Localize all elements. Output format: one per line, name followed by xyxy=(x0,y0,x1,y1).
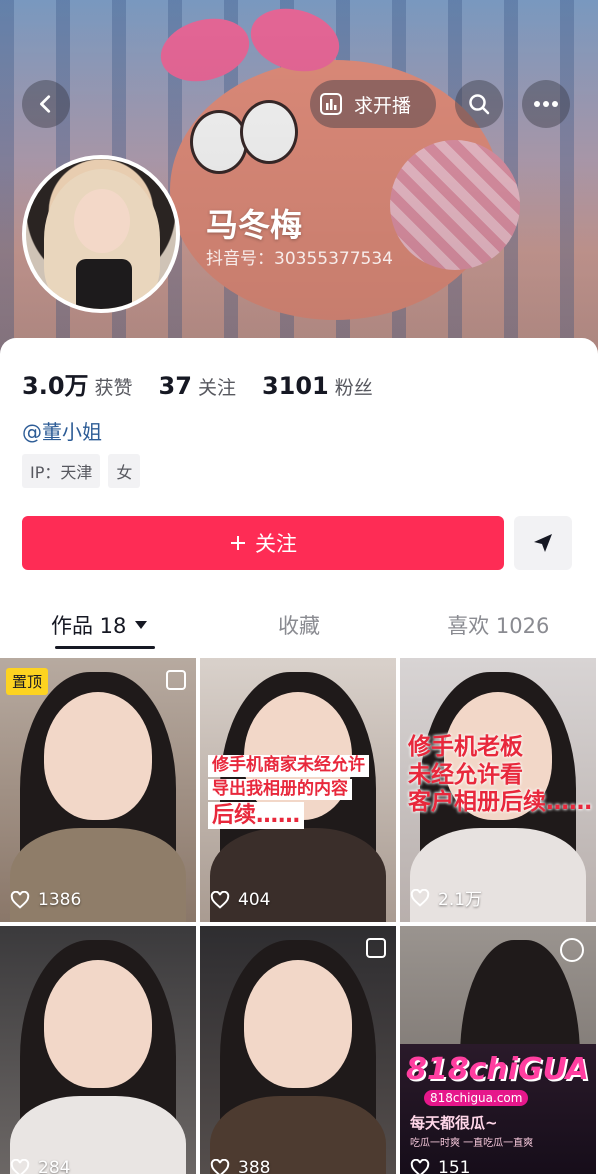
tab-works-label: 作品 18 xyxy=(50,614,127,638)
tags-row: IP：天津 女 xyxy=(22,454,141,488)
stat-following-label: 关注 xyxy=(197,377,236,399)
ad-logo: 818chiGUA xyxy=(406,1052,589,1087)
request-live-button[interactable]: 求开播 xyxy=(310,80,436,128)
more-icon xyxy=(534,101,558,107)
post-caption-line: 修手机老板 xyxy=(408,734,523,760)
search-button[interactable] xyxy=(455,80,503,128)
share-button[interactable] xyxy=(514,516,572,570)
ad-small-text: 吃瓜一时爽 一直吃瓜一直爽 xyxy=(410,1138,534,1149)
stat-likes[interactable]: 3.0万 获赞 xyxy=(22,366,133,401)
stats-row: 3.0万 获赞 37 关注 3101 粉丝 xyxy=(22,366,373,401)
heart-icon xyxy=(410,1159,430,1174)
tab-underline xyxy=(55,646,155,649)
follow-label: 关注 xyxy=(255,532,297,556)
tab-favorites-label: 收藏 xyxy=(277,614,320,638)
post-caption-line: 客户相册后续…… xyxy=(408,789,592,816)
plus-icon xyxy=(231,536,245,550)
send-icon xyxy=(534,534,552,552)
tag-ip: IP：天津 xyxy=(22,454,101,488)
ad-site: 818chigua.com xyxy=(424,1090,529,1106)
post-caption-line: 导出我相册的内容 xyxy=(208,778,352,801)
chart-icon xyxy=(318,91,344,117)
post-likes-count: 2.1万 xyxy=(438,890,483,910)
more-button[interactable] xyxy=(522,80,570,128)
tab-liked-label: 喜欢 1026 xyxy=(447,614,550,638)
post-item[interactable]: 818chiGUA 818chigua.com 每天都很瓜~ 吃瓜一时爽 一直吃… xyxy=(400,926,596,1174)
post-likes: 388 xyxy=(210,1158,270,1174)
back-button[interactable] xyxy=(22,80,70,128)
multi-image-icon xyxy=(366,938,386,958)
follow-button[interactable]: 关注 xyxy=(22,516,504,570)
nickname: 马冬梅 xyxy=(206,206,303,244)
heart-icon xyxy=(210,1159,230,1174)
post-likes: 1386 xyxy=(10,890,81,910)
post-item[interactable]: 修手机老板 未经允许看 客户相册后续…… 2.1万 xyxy=(400,658,596,922)
search-icon xyxy=(469,94,490,115)
tag-gender: 女 xyxy=(108,454,141,488)
stat-followers[interactable]: 3101 粉丝 xyxy=(262,372,373,400)
profile-card: 3.0万 获赞 37 关注 3101 粉丝 @董小姐 IP：天津 女 关注 作品… xyxy=(0,338,598,1174)
caret-down-icon xyxy=(135,621,148,629)
pinned-badge: 置顶 xyxy=(6,668,49,695)
posts-grid: 置顶 1386 修手机商家未经允许 导出我相册的内容 后续…… 404 修手机老… xyxy=(0,658,598,1174)
stat-following[interactable]: 37 关注 xyxy=(159,372,236,400)
post-item[interactable]: 388 xyxy=(200,926,396,1174)
tab-works[interactable]: 作品 18 xyxy=(0,600,199,650)
post-likes: 2.1万 xyxy=(410,885,482,910)
stat-following-num: 37 xyxy=(158,372,192,400)
post-likes: 284 xyxy=(10,1158,70,1174)
content-tabs: 作品 18 收藏 喜欢 1026 xyxy=(0,600,598,650)
heart-icon xyxy=(410,888,430,907)
post-likes-count: 151 xyxy=(438,1158,471,1174)
post-likes-count: 388 xyxy=(238,1158,271,1174)
live-photo-icon xyxy=(560,938,584,962)
post-caption: 修手机商家未经允许 导出我相册的内容 后续…… xyxy=(208,754,390,830)
post-caption-line: 未经允许看 xyxy=(408,761,523,788)
tab-liked[interactable]: 喜欢 1026 xyxy=(399,600,598,650)
heart-icon xyxy=(10,891,30,909)
tab-favorites[interactable]: 收藏 xyxy=(199,600,398,650)
stat-followers-label: 粉丝 xyxy=(334,377,373,399)
chevron-left-icon xyxy=(40,95,51,113)
stat-likes-num: 3.0万 xyxy=(22,372,89,400)
post-item[interactable]: 修手机商家未经允许 导出我相册的内容 后续…… 404 xyxy=(200,658,396,922)
post-likes-count: 404 xyxy=(238,890,271,910)
heart-icon xyxy=(210,891,230,909)
ad-text: 每天都很瓜~ xyxy=(410,1114,498,1132)
multi-image-icon xyxy=(166,670,186,690)
request-live-label: 求开播 xyxy=(354,94,412,117)
post-likes: 151 xyxy=(410,1158,470,1174)
post-likes: 404 xyxy=(210,890,270,910)
post-caption: 修手机老板 未经允许看 客户相册后续…… xyxy=(408,734,592,817)
post-likes-count: 284 xyxy=(38,1158,71,1174)
avatar[interactable] xyxy=(22,155,180,313)
post-item[interactable]: 置顶 1386 xyxy=(0,658,196,922)
post-caption-line: 修手机商家未经允许 xyxy=(208,755,369,777)
mention-link[interactable]: @董小姐 xyxy=(22,416,102,445)
heart-icon xyxy=(10,1159,30,1174)
post-caption-line: 后续…… xyxy=(208,802,305,830)
post-likes-count: 1386 xyxy=(38,890,82,910)
stat-likes-label: 获赞 xyxy=(94,377,133,399)
post-item[interactable]: 284 xyxy=(0,926,196,1174)
douyin-id[interactable]: 抖音号：30355377534 xyxy=(206,244,393,269)
stat-followers-num: 3101 xyxy=(261,372,329,400)
